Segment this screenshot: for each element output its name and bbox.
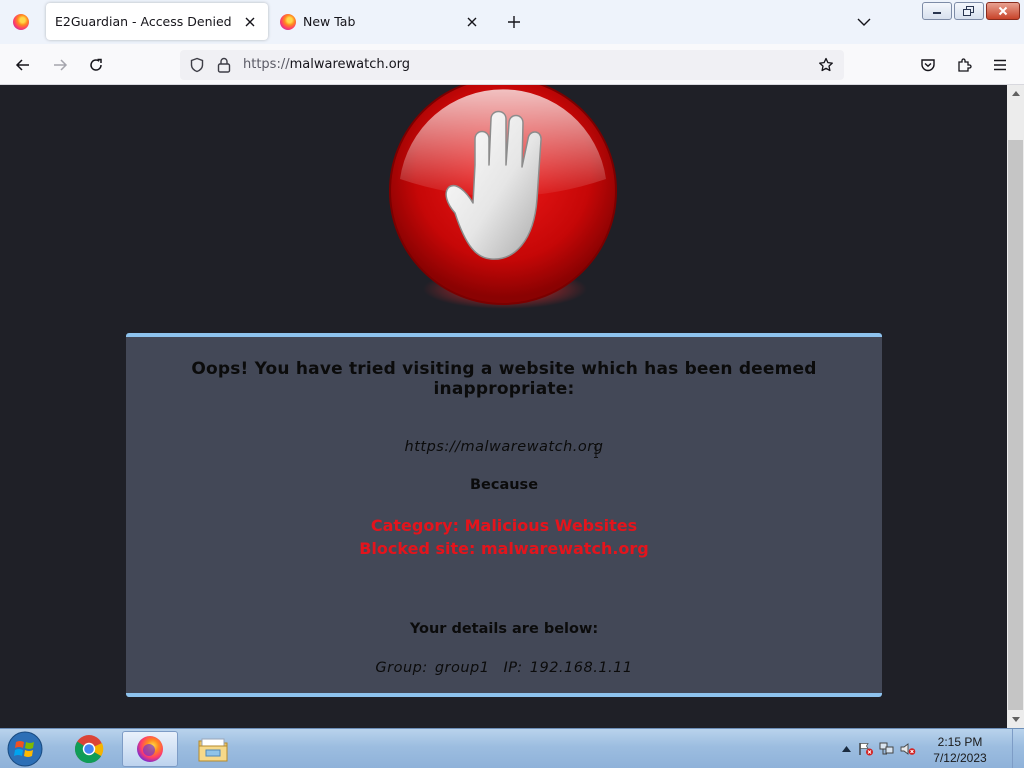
system-tray: 2:15 PM 7/12/2023 [834,729,1024,768]
minimize-icon [933,12,941,14]
network-icon [879,742,894,755]
taskbar: 2:15 PM 7/12/2023 [0,728,1024,768]
vertical-scrollbar[interactable] [1007,85,1024,728]
close-icon [998,6,1008,16]
start-button[interactable] [6,731,44,767]
close-icon [245,17,255,26]
file-explorer-icon [198,738,228,762]
show-hidden-icons-button[interactable] [838,742,854,756]
window-close-button[interactable] [986,2,1020,20]
navigation-toolbar: https://malwarewatch.org [0,44,1024,85]
url-host: malwarewatch.org [289,57,411,72]
plus-icon [508,16,520,28]
puzzle-icon [958,58,972,72]
restore-button[interactable] [954,2,984,20]
scroll-thumb[interactable] [1008,140,1023,710]
hamburger-menu-icon [994,59,1006,71]
caret-up-icon [841,746,851,752]
taskbar-file-explorer[interactable] [185,731,241,767]
clock-time: 2:15 PM [937,735,983,749]
chrome-icon [74,735,104,764]
network-tray-icon[interactable] [879,742,895,756]
tab-strip: E2Guardian - Access Denied New Tab [0,0,1024,44]
list-all-tabs-button[interactable] [852,10,876,34]
new-tab-button[interactable] [502,10,526,34]
forward-button[interactable] [47,52,73,78]
restore-icon [963,6,974,16]
firefox-icon [13,13,29,30]
back-button[interactable] [10,52,36,78]
reload-button[interactable] [83,52,109,78]
taskbar-clock[interactable]: 2:15 PM 7/12/2023 [920,734,1000,766]
clock-date: 7/12/2023 [933,751,987,765]
tab-title: New Tab [303,14,356,29]
flag-alert-icon [859,743,873,756]
because-label: Because [469,477,539,493]
tab-access-denied[interactable]: E2Guardian - Access Denied [46,3,268,40]
firefox-icon [280,13,296,30]
tab-close-button[interactable] [460,10,484,34]
details-heading: Your details are below: [409,621,599,637]
volume-tray-icon[interactable] [900,742,916,756]
arrow-right-icon [54,59,68,71]
address-bar[interactable]: https://malwarewatch.org [180,50,844,80]
ip-text: IP: 192.168.1.11 [503,660,633,676]
taskbar-firefox[interactable] [122,731,178,767]
url-text[interactable]: https://malwarewatch.org [243,50,410,80]
group-text: Group: group1 [375,660,490,676]
tab-title: E2Guardian - Access Denied [55,14,232,29]
windows-logo-icon [7,731,43,767]
minimize-button[interactable] [922,2,952,20]
denied-heading: Oops! You have tried visiting a website … [191,359,817,399]
app-menu-button[interactable] [987,52,1013,78]
firefox-view-button[interactable] [0,3,42,40]
page-content: Oops! You have tried visiting a website … [0,85,1007,728]
scroll-up-button[interactable] [1007,85,1024,102]
scroll-down-button[interactable] [1007,711,1024,728]
access-denied-panel: Oops! You have tried visiting a website … [126,333,882,697]
lock-icon[interactable] [217,57,231,73]
arrow-left-icon [15,59,29,71]
user-details: Group: group1 IP: 192.168.1.11 [126,660,882,676]
url-scheme: https:// [243,57,290,72]
taskbar-chrome[interactable] [61,731,117,767]
shield-icon[interactable] [189,57,205,73]
text-cursor-icon [594,444,598,458]
speaker-muted-icon [900,743,916,755]
action-center-tray-icon[interactable] [858,742,874,756]
pocket-button[interactable] [915,52,941,78]
caret-up-icon [1011,91,1020,96]
reload-icon [90,58,102,71]
chevron-down-icon [857,18,871,26]
star-icon[interactable] [818,57,834,73]
tab-close-button[interactable] [238,10,262,34]
caret-down-icon [1011,717,1020,722]
stop-hand-icon [389,85,617,309]
show-desktop-button[interactable] [1012,729,1024,768]
close-icon [467,17,477,26]
pocket-icon [921,59,935,72]
block-category: Category: Malicious Websites [370,516,638,535]
extensions-button[interactable] [951,52,977,78]
blocked-site: Blocked site: malwarewatch.org [359,539,649,558]
tab-new-tab[interactable]: New Tab [272,3,490,40]
blocked-url: https://malwarewatch.org [404,439,604,455]
firefox-icon [137,736,163,762]
window-controls [922,2,1020,20]
